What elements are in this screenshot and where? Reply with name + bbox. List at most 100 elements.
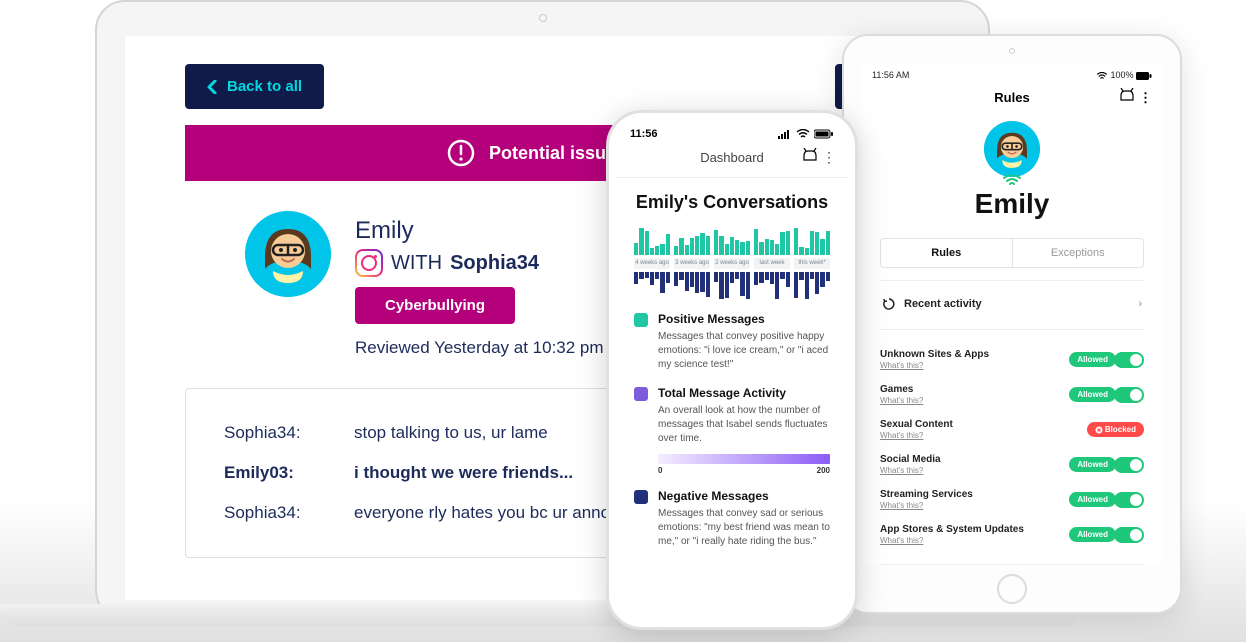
conversations-chart: 4 weeks ago 3 weeks ago 2 weeks ago last we… <box>634 225 830 298</box>
history-icon <box>882 297 896 311</box>
week-label: 4 weeks ago <box>634 258 670 269</box>
phone-device: 11:56 Dashboard ⋮ Emily's Conversations … <box>606 110 858 630</box>
allowed-pill: Allowed <box>1069 387 1116 402</box>
tab-rules[interactable]: Rules <box>881 239 1012 267</box>
week-label: 3 weeks ago <box>674 258 710 269</box>
rule-label: Unknown Sites & Apps <box>880 349 989 361</box>
chevron-right-icon: › <box>1138 298 1142 310</box>
app-logo-icon[interactable]: ⋮ <box>802 148 836 166</box>
conversation-with: WITH Sophia34 <box>355 249 604 277</box>
status-icons <box>778 129 834 139</box>
back-button[interactable]: Back to all <box>185 64 324 109</box>
phone-header: Dashboard ⋮ <box>616 144 848 178</box>
rule-toggle[interactable] <box>1114 527 1144 543</box>
wifi-icon <box>796 129 810 139</box>
negative-desc: Messages that convey sad or serious emot… <box>658 507 830 549</box>
rule-label: Streaming Services <box>880 489 973 501</box>
tablet-battery: 100% <box>1096 70 1152 80</box>
message-sender: Sophia34: <box>224 503 324 523</box>
phone-screen: 11:56 Dashboard ⋮ Emily's Conversations … <box>616 120 848 620</box>
rule-toggle[interactable] <box>1114 352 1144 368</box>
rule-help-link[interactable]: What's this? <box>880 536 1024 545</box>
phone-header-title: Dashboard <box>700 150 764 165</box>
rule-label: Games <box>880 384 923 396</box>
blocked-pill[interactable]: Blocked <box>1087 422 1144 437</box>
activity-desc: An overall look at how the number of mes… <box>658 404 830 446</box>
battery-icon <box>1136 72 1152 80</box>
rule-help-link[interactable]: What's this? <box>880 431 953 440</box>
message-sender: Emily03: <box>224 463 324 483</box>
tablet-home-button[interactable] <box>997 574 1027 604</box>
allowed-pill: Allowed <box>1069 492 1116 507</box>
negative-color-icon <box>634 490 648 504</box>
activity-color-icon <box>634 387 648 401</box>
signal-icon <box>778 129 792 139</box>
week-label: this week* <box>794 258 830 269</box>
rule-row: Streaming ServicesWhat's this? Allowed <box>880 482 1144 517</box>
chevron-left-icon <box>207 80 217 94</box>
rule-label: Sexual Content <box>880 419 953 431</box>
laptop-camera <box>539 14 547 22</box>
negative-section: Negative Messages Messages that convey s… <box>634 489 830 549</box>
negative-title: Negative Messages <box>658 489 830 503</box>
app-logo-icon[interactable]: ⋮ <box>1119 88 1152 106</box>
week-label: 2 weeks ago <box>714 258 750 269</box>
positive-title: Positive Messages <box>658 312 830 326</box>
tablet-camera <box>1009 48 1015 54</box>
message-text: stop talking to us, ur lame <box>354 423 548 443</box>
tab-exceptions[interactable]: Exceptions <box>1012 239 1144 267</box>
allowed-pill: Allowed <box>1069 352 1116 367</box>
tab-bar: Rules Exceptions <box>880 238 1144 268</box>
rules-list: Unknown Sites & AppsWhat's this?AllowedG… <box>862 342 1162 552</box>
wifi-icon <box>1096 72 1108 80</box>
instagram-icon <box>355 249 383 277</box>
activity-section: Total Message Activity An overall look a… <box>634 386 830 475</box>
user-avatar <box>245 211 331 297</box>
message-text: everyone rly hates you bc ur annoying <box>354 503 641 523</box>
divider <box>880 564 1144 565</box>
positive-desc: Messages that convey positive happy emot… <box>658 330 830 372</box>
divider <box>880 280 1144 281</box>
battery-icon <box>814 129 834 139</box>
reviewed-timestamp: Reviewed Yesterday at 10:32 pm <box>355 338 604 358</box>
scale-max: 200 <box>817 466 830 475</box>
rule-toggle[interactable] <box>1114 387 1144 403</box>
tablet-header-title: Rules <box>994 90 1029 105</box>
rule-row: App Stores & System UpdatesWhat's this? A… <box>880 517 1144 552</box>
conversations-title: Emily's Conversations <box>634 192 830 213</box>
rule-row: Sexual ContentWhat's this? Blocked <box>880 412 1144 447</box>
rule-help-link[interactable]: What's this? <box>880 501 973 510</box>
user-name: Emily <box>355 217 604 245</box>
positive-color-icon <box>634 313 648 327</box>
back-label: Back to all <box>227 78 302 95</box>
tablet-screen: 11:56 AM 100% Rules ⋮ <box>862 64 1162 566</box>
profile-name: Emily <box>862 188 1162 220</box>
rule-help-link[interactable]: What's this? <box>880 361 989 370</box>
alert-icon <box>447 139 475 167</box>
allowed-pill: Allowed <box>1069 527 1116 542</box>
week-label: last week <box>754 258 790 269</box>
with-user: Sophia34 <box>450 252 539 275</box>
rule-label: App Stores & System Updates <box>880 524 1024 536</box>
recent-label: Recent activity <box>904 298 982 310</box>
rule-label: Social Media <box>880 454 941 466</box>
message-sender: Sophia34: <box>224 423 324 443</box>
profile-avatar <box>984 121 1040 177</box>
recent-activity-link[interactable]: Recent activity › <box>862 293 1162 317</box>
rule-row: GamesWhat's this? Allowed <box>880 377 1144 412</box>
positive-section: Positive Messages Messages that convey p… <box>634 312 830 372</box>
rule-help-link[interactable]: What's this? <box>880 396 923 405</box>
rule-row: Unknown Sites & AppsWhat's this? Allowed <box>880 342 1144 377</box>
tablet-device: 11:56 AM 100% Rules ⋮ <box>842 34 1182 614</box>
phone-status-bar: 11:56 <box>616 120 848 144</box>
rule-toggle[interactable] <box>1114 457 1144 473</box>
rule-help-link[interactable]: What's this? <box>880 466 941 475</box>
divider <box>880 329 1144 330</box>
allowed-pill: Allowed <box>1069 457 1116 472</box>
with-prefix: WITH <box>391 252 442 275</box>
issue-tag: Cyberbullying <box>355 287 515 324</box>
tablet-status-bar: 11:56 AM 100% <box>862 64 1162 86</box>
activity-scale-labels: 0 200 <box>658 466 830 475</box>
rule-row: Social MediaWhat's this? Allowed <box>880 447 1144 482</box>
rule-toggle[interactable] <box>1114 492 1144 508</box>
